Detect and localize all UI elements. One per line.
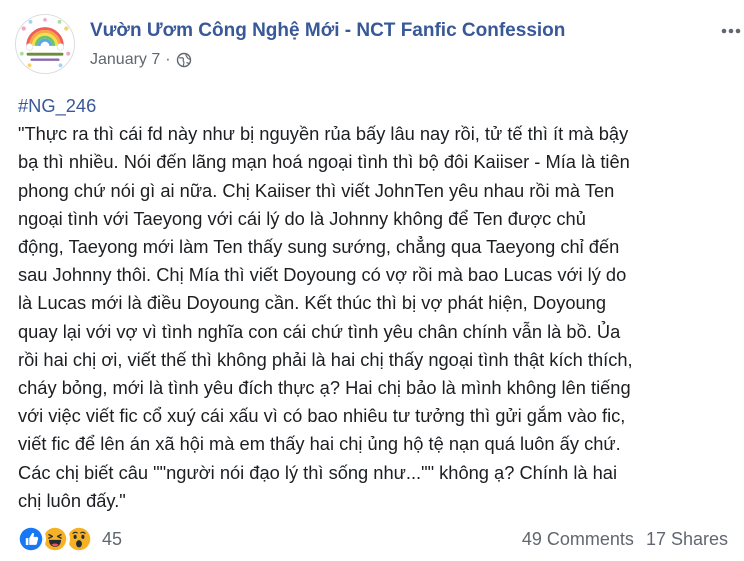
post-text-line: với việc viết fic cổ xuý cái xấu vì có b… <box>18 405 626 427</box>
reaction-count: 45 <box>102 528 123 549</box>
post-text-line: sau Johnny thôi. Chị Mía thì viết Doyoun… <box>18 264 627 286</box>
post-text-line: Các chị biết câu ""người nói đạo lý thì … <box>18 461 618 483</box>
hashtag-link[interactable]: #NG_246 <box>18 92 733 120</box>
globe-icon[interactable] <box>176 52 192 68</box>
like-icon <box>16 524 46 554</box>
post-footer: 45 49 Comments 17 Shares <box>16 522 728 556</box>
post-text-line: là Lucas mới là điều Doyoung cần. Kết th… <box>18 292 606 314</box>
post-text-line: bạ thì nhiều. Nói đến lãng mạn hoá ngoại… <box>18 151 630 173</box>
post-meta: January 7 · <box>90 51 192 69</box>
post-text-line: cháy bỏng, mới là tình yêu đích thực ạ? … <box>18 377 631 399</box>
post-content: #NG_246 "Thực ra thì cái fd này như bị n… <box>18 92 733 515</box>
post-text-line: quay lại với vợ vì tình nghĩa con cái ch… <box>18 320 621 342</box>
facebook-post: Vườn Ươm Công Nghệ Mới - NCT Fanfic Conf… <box>0 0 744 561</box>
post-date[interactable]: January 7 <box>90 51 160 69</box>
post-text-line: phong chứ nói gì ai nữa. Chị Kaiiser thì… <box>18 179 615 201</box>
shares-count-link[interactable]: 17 Shares <box>646 529 728 549</box>
page-name-link[interactable]: Vườn Ươm Công Nghệ Mới - NCT Fanfic Conf… <box>90 20 565 42</box>
page-avatar[interactable] <box>15 14 75 74</box>
reactions-summary[interactable]: 45 <box>16 524 122 554</box>
comments-count-link[interactable]: 49 Comments <box>522 529 634 549</box>
post-body-text: "Thực ra thì cái fd này như bị nguyền rủ… <box>18 120 733 515</box>
post-text-line: chị luôn đấy." <box>18 489 126 511</box>
post-text-line: rồi hai chị ơi, viết thế thì không phải … <box>18 348 633 370</box>
post-text-line: "Thực ra thì cái fd này như bị nguyền rủ… <box>18 123 629 145</box>
rainbow-logo-icon <box>16 15 74 73</box>
more-options-icon[interactable] <box>720 24 742 38</box>
post-text-line: động, Taeyong mới làm Ten thấy sung sướn… <box>18 236 620 258</box>
meta-separator: · <box>165 51 171 68</box>
post-text-line: ngoại tình với Taeyong với cái lý do là … <box>18 207 586 229</box>
engagement-stats: 49 Comments 17 Shares <box>522 529 728 550</box>
post-text-line: viết fic để lên án xã hội mà em thấy hai… <box>18 433 621 455</box>
